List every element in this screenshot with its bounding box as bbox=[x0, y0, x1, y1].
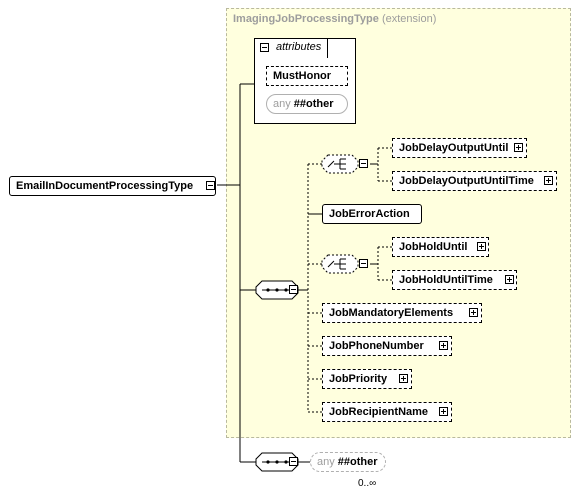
sequence-collapse-icon[interactable] bbox=[289, 285, 298, 294]
attribute-any-other[interactable]: any ##other bbox=[266, 94, 348, 114]
attributes-label: attributes bbox=[276, 41, 322, 53]
expand-icon[interactable] bbox=[439, 341, 448, 350]
attribute-musthonor[interactable]: MustHonor bbox=[266, 66, 348, 86]
element-jobphonenumber[interactable]: JobPhoneNumber bbox=[322, 336, 452, 356]
element-jobmandatoryelements[interactable]: JobMandatoryElements bbox=[322, 303, 482, 323]
element-jobholduntil[interactable]: JobHoldUntil bbox=[392, 237, 489, 257]
element-jobdelayoutputuntiltime[interactable]: JobDelayOutputUntilTime bbox=[392, 171, 557, 191]
choice-compositor-1 bbox=[321, 154, 359, 174]
element-jobdelayoutputuntil[interactable]: JobDelayOutputUntil bbox=[392, 138, 527, 158]
element-jobrecipientname[interactable]: JobRecipientName bbox=[322, 402, 452, 422]
expand-icon[interactable] bbox=[544, 176, 553, 185]
choice-collapse-icon[interactable] bbox=[359, 159, 368, 168]
sequence-collapse-icon-bottom[interactable] bbox=[289, 457, 298, 466]
attribute-musthonor-label: MustHonor bbox=[273, 70, 332, 82]
expand-icon[interactable] bbox=[514, 143, 523, 152]
element-label: JobPhoneNumber bbox=[329, 340, 424, 352]
attributes-collapse-icon[interactable] bbox=[260, 43, 269, 52]
expand-icon[interactable] bbox=[505, 275, 514, 284]
expand-icon[interactable] bbox=[439, 407, 448, 416]
attribute-any-label: any bbox=[273, 98, 291, 110]
wildcard-any-label: any bbox=[317, 456, 335, 468]
element-label: JobRecipientName bbox=[329, 406, 429, 418]
element-label: JobHoldUntil bbox=[399, 241, 468, 253]
schema-diagram: ImagingJobProcessingType (extension) Ema… bbox=[0, 0, 579, 497]
collapse-icon[interactable] bbox=[206, 181, 215, 190]
element-label: JobPriority bbox=[329, 373, 388, 385]
element-label: JobHoldUntilTime bbox=[399, 274, 493, 286]
expand-icon[interactable] bbox=[477, 242, 486, 251]
root-element-label: EmailInDocumentProcessingType bbox=[16, 180, 194, 192]
choice-compositor-2 bbox=[321, 254, 359, 274]
attribute-namespace-label: ##other bbox=[293, 98, 334, 110]
wildcard-occurrence: 0..∞ bbox=[358, 478, 377, 489]
root-element[interactable]: EmailInDocumentProcessingType bbox=[9, 176, 216, 196]
choice-collapse-icon[interactable] bbox=[359, 259, 368, 268]
wildcard-namespace-label: ##other bbox=[337, 456, 378, 468]
expand-icon[interactable] bbox=[469, 308, 478, 317]
element-label: JobErrorAction bbox=[329, 208, 410, 220]
element-label: JobDelayOutputUntil bbox=[399, 142, 509, 154]
wildcard-any-other[interactable]: any ##other bbox=[310, 452, 386, 472]
element-label: JobMandatoryElements bbox=[329, 307, 454, 319]
element-joberroraction[interactable]: JobErrorAction bbox=[322, 204, 422, 224]
expand-icon[interactable] bbox=[399, 374, 408, 383]
element-jobholduntiltime[interactable]: JobHoldUntilTime bbox=[392, 270, 517, 290]
element-label: JobDelayOutputUntilTime bbox=[399, 175, 534, 187]
